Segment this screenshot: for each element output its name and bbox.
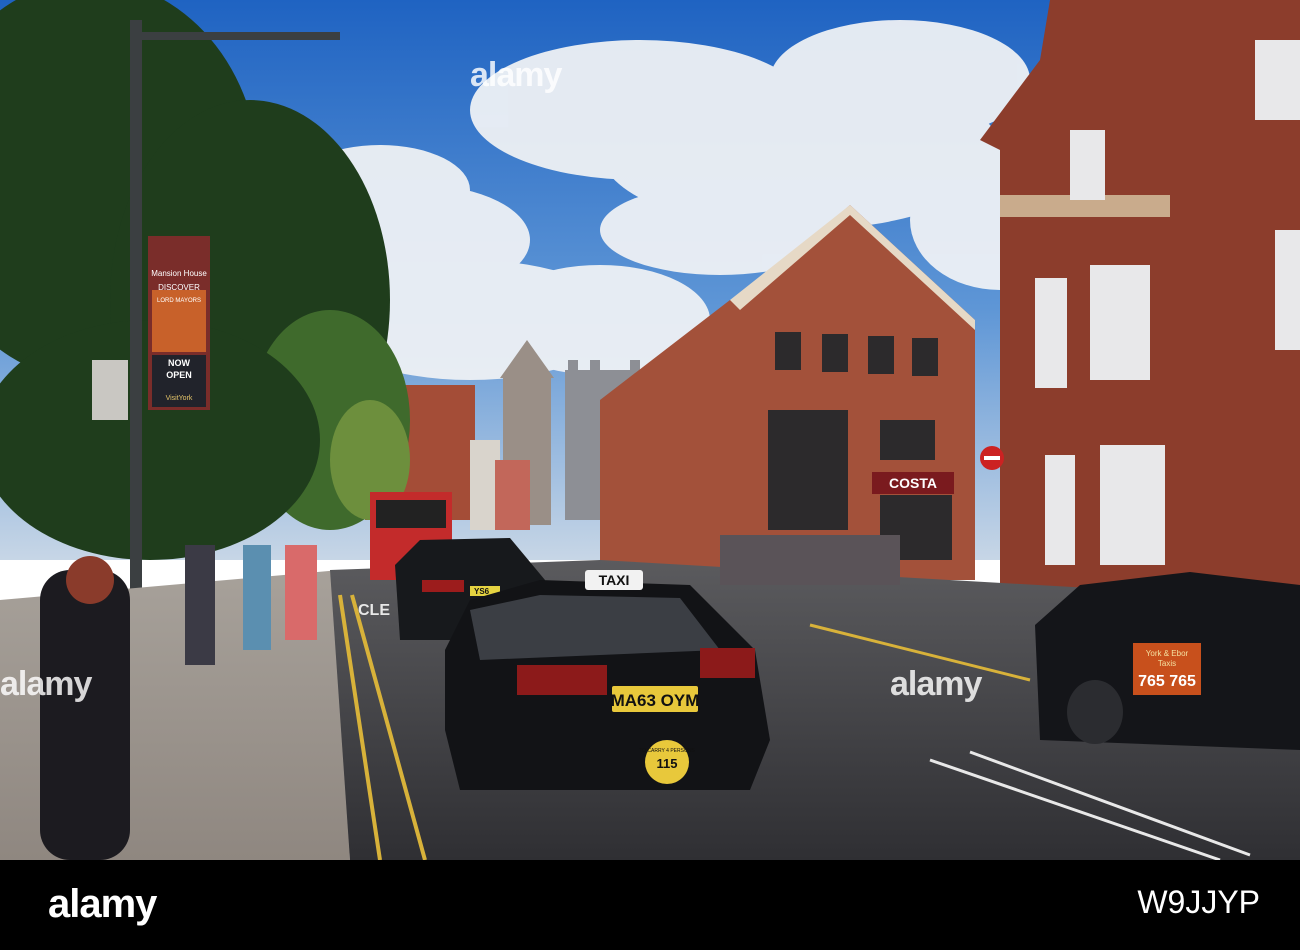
lamp-post: [130, 20, 142, 610]
street-lamp: [92, 360, 128, 420]
watermark-top: alamy: [470, 56, 562, 94]
alamy-logo[interactable]: alamy: [48, 882, 157, 927]
mansion-house-banner: Mansion House DISCOVER LORD MAYORS NOW O…: [148, 236, 210, 410]
svg-text:Mansion House: Mansion House: [151, 269, 207, 278]
svg-text:YS6: YS6: [474, 587, 490, 596]
svg-text:LORD MAYORS: LORD MAYORS: [157, 298, 201, 304]
street-scene: COSTA Mansion House DISCOVER LORD MAYORS…: [0, 0, 1300, 860]
svg-text:OPEN: OPEN: [166, 370, 192, 380]
svg-text:TAXI: TAXI: [599, 572, 630, 588]
svg-text:765 765: 765 765: [1138, 673, 1196, 690]
svg-text:NOW: NOW: [168, 358, 191, 368]
svg-text:TO CARRY 4 PERSONS: TO CARRY 4 PERSONS: [639, 748, 695, 754]
street-photo: COSTA Mansion House DISCOVER LORD MAYORS…: [0, 0, 1300, 860]
svg-text:DISCOVER: DISCOVER: [158, 283, 200, 292]
image-id: W9JJYP: [1137, 884, 1260, 920]
svg-text:York & Ebor: York & Ebor: [1146, 649, 1189, 658]
photo-frame: COSTA Mansion House DISCOVER LORD MAYORS…: [0, 0, 1300, 950]
svg-text:MA63 OYM: MA63 OYM: [611, 691, 700, 710]
svg-text:VisitYork: VisitYork: [166, 395, 193, 402]
svg-text:115: 115: [657, 756, 678, 771]
costa-sign: COSTA: [889, 475, 937, 491]
victorian-building: [980, 0, 1300, 590]
right-taxi: York & Ebor Taxis 765 765: [1035, 572, 1300, 750]
footer-bar: alamy W9JJYP: [0, 860, 1300, 950]
bus-lane-marking: CLE: [358, 602, 390, 619]
watermark-left: alamy: [0, 665, 92, 703]
svg-text:Taxis: Taxis: [1158, 659, 1176, 668]
watermark-right: alamy: [890, 665, 982, 703]
